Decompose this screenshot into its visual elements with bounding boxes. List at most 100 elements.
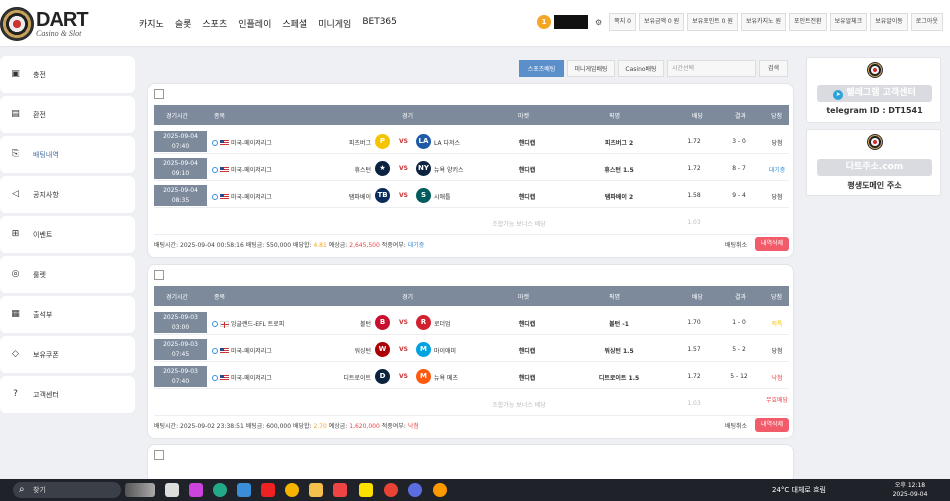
- table-row: 2025-09-04 08:35 미국-메이저리그 탬파베이 TB VS S 시애틀 핸디캡 탬파…: [154, 184, 789, 208]
- match-clock: 03:00: [171, 324, 190, 331]
- top-button[interactable]: 쪽지 0: [609, 13, 636, 31]
- nav-item[interactable]: 스페셜: [282, 17, 307, 30]
- sidebar-item[interactable]: ◎ 룰렛: [0, 256, 135, 293]
- clock-time: 오후 12:18: [894, 482, 926, 489]
- telegram-banner[interactable]: ➤ 텔레그램 고객센터 telegram ID : DT1541: [806, 57, 941, 123]
- league-name: 잉글랜드-EFL 트로피: [231, 321, 285, 328]
- delete-history-button[interactable]: 내역삭제: [755, 418, 789, 432]
- sidebar-item[interactable]: ▤ 환전: [0, 96, 135, 133]
- cancel-bet-button[interactable]: 배팅취소: [725, 421, 747, 430]
- top-button[interactable]: 포인트전환: [788, 13, 827, 31]
- sidebar-item[interactable]: ? 고객센터: [0, 376, 135, 413]
- sidebar-item[interactable]: ⊞ 이벤트: [0, 216, 135, 253]
- nav-item[interactable]: 카지노: [139, 17, 164, 30]
- sport-ball-icon: [212, 321, 218, 327]
- sidebar-item[interactable]: ▣ 충전: [0, 56, 135, 93]
- home-team: 피츠버그: [348, 140, 371, 147]
- nav-item[interactable]: 스포츠: [202, 17, 227, 30]
- logo-subtitle: Casino & Slot: [36, 29, 82, 38]
- market: 핸디캡: [518, 375, 536, 382]
- bonus-row: 조합가능 보너스 배당 1.03 무효배당: [154, 392, 789, 416]
- header-cell: 당첨: [771, 294, 783, 301]
- store-icon[interactable]: [237, 483, 251, 497]
- tab-casino-bet[interactable]: Casino배팅: [618, 60, 664, 77]
- youtube-icon[interactable]: [261, 483, 275, 497]
- time-select-input[interactable]: 시간선택: [667, 60, 756, 77]
- odds: 1.72: [687, 373, 701, 380]
- calendar-icon: ▦: [11, 309, 20, 319]
- header-cell: 픽명: [609, 113, 621, 120]
- table-row: 2025-09-03 03:00 잉글랜드-EFL 트로피 볼턴 B VS R 로더엄 핸디캡 볼…: [154, 311, 789, 335]
- browser-icon[interactable]: [408, 483, 422, 497]
- clock[interactable]: 오후 12:18 2025-09-04: [885, 481, 935, 499]
- table-row: 2025-09-04 07:40 미국-메이저리그 피츠버그 P VS LA LA 다저스 핸디…: [154, 130, 789, 154]
- header-cell: 종목: [214, 294, 226, 301]
- result: 3 - 0: [732, 138, 746, 145]
- wallet-icon: ▣: [11, 69, 20, 79]
- nav-item[interactable]: 슬롯: [175, 17, 192, 30]
- country-flag-icon: [220, 321, 229, 328]
- weather-text[interactable]: 24°C 대체로 흐림: [772, 485, 826, 495]
- summary-bet-time: 2025-09-04 00:58:16: [180, 242, 244, 249]
- summary-total-odds: 4.81: [313, 242, 327, 249]
- domain-banner[interactable]: 다트주소.com 평생도메인 주소: [806, 129, 941, 196]
- summary-label: 예상금:: [328, 242, 348, 249]
- nav-item[interactable]: BET365: [362, 17, 397, 30]
- select-checkbox[interactable]: [154, 270, 164, 280]
- dartboard-icon: [867, 134, 883, 150]
- taskbar-widget-icon[interactable]: [125, 483, 155, 497]
- select-checkbox[interactable]: [154, 89, 164, 99]
- top-button[interactable]: 보유알체크: [829, 13, 868, 31]
- top-button[interactable]: 로그아웃: [910, 13, 943, 31]
- league-name: 미국-메이저리그: [231, 194, 272, 201]
- sidebar-item[interactable]: ◇ 보유쿠폰: [0, 336, 135, 373]
- tab-minigame-bet[interactable]: 미니게임배팅: [567, 60, 615, 77]
- top-button[interactable]: 보유포인트 0 원: [687, 13, 738, 31]
- kakaotalk-icon[interactable]: [359, 483, 373, 497]
- sidebar-item[interactable]: ◁ 공지사항: [0, 176, 135, 213]
- home-team-logo-icon: P: [375, 134, 390, 149]
- cash-icon: ▤: [11, 109, 20, 119]
- table-header: 경기시간 종목 경기 마켓 픽명 배당 결과 당첨: [154, 105, 789, 125]
- taskbar-search[interactable]: 찾기: [13, 482, 121, 498]
- sidebar-item[interactable]: ▦ 출석부: [0, 296, 135, 333]
- edge-icon[interactable]: [213, 483, 227, 497]
- league: 미국-메이저리그: [212, 138, 272, 147]
- cancel-bet-button[interactable]: 배팅취소: [725, 240, 747, 249]
- nav-item[interactable]: 인플레이: [238, 17, 271, 30]
- summary-label: 적중여부:: [381, 423, 406, 430]
- header-cell: 마켓: [518, 113, 530, 120]
- browser-alt-icon[interactable]: [433, 483, 447, 497]
- gear-icon[interactable]: ⚙: [595, 18, 602, 27]
- explorer-icon[interactable]: [309, 483, 323, 497]
- task-view-icon[interactable]: [165, 483, 179, 497]
- app-icon[interactable]: [333, 483, 347, 497]
- sidebar-item[interactable]: ⎘ 배팅내역: [0, 136, 135, 173]
- match-time: 2025-09-04 09:10: [154, 158, 207, 179]
- search-button[interactable]: 검색: [759, 60, 788, 77]
- top-button[interactable]: 보유금액 0 원: [638, 13, 685, 31]
- header-cell: 배당: [692, 294, 704, 301]
- top-button[interactable]: 보유카지노 원: [740, 13, 786, 31]
- dart-logo[interactable]: DART Casino & Slot: [0, 4, 100, 44]
- away-team: 뉴욕 메츠: [434, 375, 458, 382]
- away-team: 뉴욕 양키스: [434, 167, 464, 174]
- nav-item[interactable]: 미니게임: [318, 17, 351, 30]
- sidebar-item-label: 출석부: [33, 310, 53, 319]
- chrome-icon[interactable]: [285, 483, 299, 497]
- country-flag-icon: [220, 140, 229, 146]
- delete-history-button[interactable]: 내역삭제: [755, 237, 789, 251]
- telegram-pill: ➤ 텔레그램 고객센터: [817, 85, 932, 102]
- chrome-app-icon[interactable]: [384, 483, 398, 497]
- tab-sports-bet[interactable]: 스포츠배팅: [519, 60, 564, 77]
- away-team-logo-icon: M: [416, 369, 431, 384]
- copilot-icon[interactable]: [189, 483, 203, 497]
- result: 9 - 4: [732, 192, 746, 199]
- account-bar: 1 ⚙ 쪽지 0 보유금액 0 원 보유포인트 0 원 보유카지노 원 포인트전환 보유알…: [537, 13, 943, 31]
- summary-label: 배팅시간:: [154, 423, 179, 430]
- bet-card-partial: [147, 444, 794, 484]
- header-cell: 당첨: [771, 113, 783, 120]
- help-icon: ?: [13, 389, 18, 399]
- select-checkbox[interactable]: [154, 450, 164, 460]
- top-button[interactable]: 보유알이동: [870, 13, 908, 31]
